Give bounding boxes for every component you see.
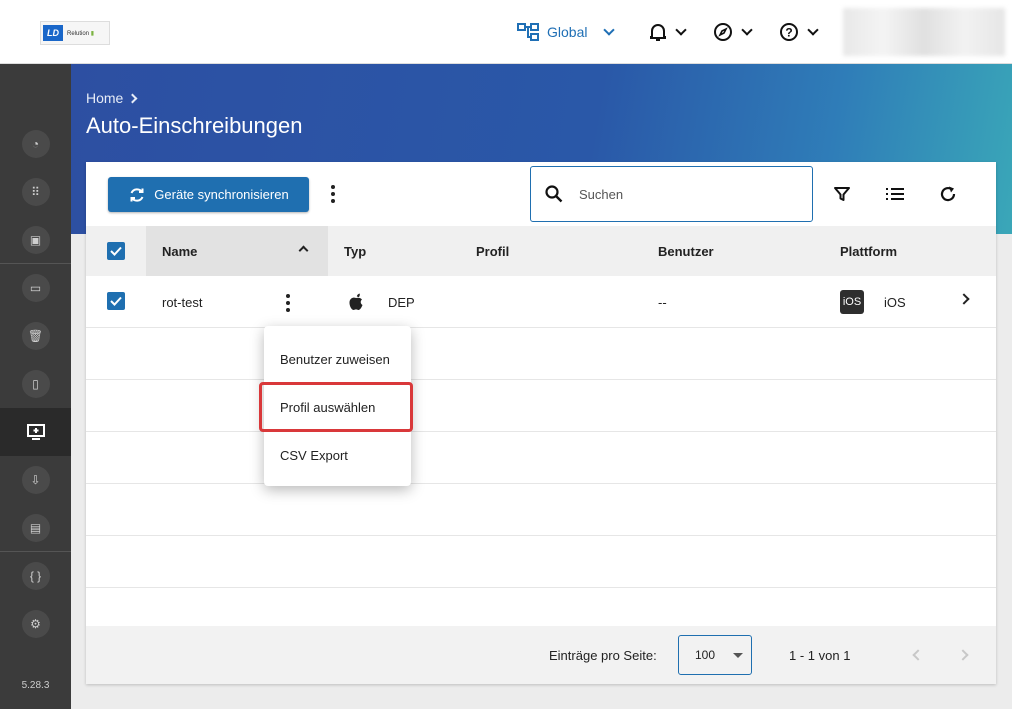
caret-down-icon — [733, 652, 744, 658]
enrollment-icon — [22, 418, 50, 446]
next-page-icon[interactable] — [956, 648, 970, 662]
sidebar-item-apps[interactable]: ⠿ — [0, 168, 71, 216]
mobile-devices-icon: ▯ — [21, 370, 50, 398]
highlight-box — [259, 382, 413, 432]
sync-icon — [130, 187, 144, 202]
bell-icon — [650, 24, 667, 41]
empty-row — [86, 380, 996, 432]
devices-icon: ▭ — [21, 274, 50, 302]
sidebar-item-code[interactable]: { } — [0, 552, 71, 600]
cell-type: DEP — [388, 294, 415, 310]
sidebar-item-assignment[interactable]: ▤ — [0, 504, 71, 552]
cell-user: -- — [658, 294, 667, 310]
per-page-select[interactable]: 100 — [678, 635, 752, 675]
row-more-icon[interactable] — [286, 294, 290, 312]
empty-row — [86, 536, 996, 588]
code-icon: { } — [21, 562, 50, 590]
menu-item-csv-export[interactable]: CSV Export — [264, 435, 411, 475]
platform-badge: iOS — [840, 276, 864, 328]
row-detail-chevron-icon[interactable] — [958, 273, 970, 325]
hierarchy-icon — [517, 23, 539, 41]
top-right-controls: Global ? — [517, 16, 820, 48]
download-device-icon: ⇩ — [21, 466, 50, 494]
table-header: Name Typ Profil Benutzer Plattform — [86, 226, 996, 276]
notifications-menu[interactable] — [649, 22, 688, 42]
sync-devices-button[interactable]: Geräte synchronisieren — [108, 177, 309, 212]
sync-button-label: Geräte synchronisieren — [154, 187, 289, 202]
user-settings-icon: ⚙ — [21, 610, 50, 638]
column-header-type[interactable]: Typ — [344, 226, 366, 276]
sidebar-item-mobile-devices[interactable]: ▯ — [0, 360, 71, 408]
sidebar-item-enrollment[interactable] — [0, 408, 71, 456]
sidebar-item-devices[interactable]: ▭ — [0, 264, 71, 312]
column-header-user[interactable]: Benutzer — [658, 226, 714, 276]
user-account-menu[interactable] — [843, 8, 1005, 56]
empty-row — [86, 432, 996, 484]
device-policy-icon: ▣ — [21, 226, 50, 254]
sidebar: ◔ ⠿ ▣ ▭ 🗑︎ ▯ ⇩ ▤ { } ⚙ — [0, 64, 71, 709]
apps-grid-icon: ⠿ — [21, 178, 50, 206]
compass-icon — [714, 23, 733, 41]
column-header-name[interactable]: Name — [162, 226, 197, 276]
logo-mark: LD — [43, 25, 63, 41]
search-input[interactable]: Suchen — [530, 166, 813, 222]
assignment-icon: ▤ — [21, 514, 50, 542]
select-all-checkbox[interactable] — [107, 242, 125, 260]
breadcrumb-home[interactable]: Home — [86, 90, 123, 106]
cell-platform: iOS — [884, 294, 906, 310]
column-header-profile[interactable]: Profil — [476, 226, 509, 276]
chevron-down-icon — [807, 24, 820, 36]
sidebar-item-trash[interactable]: 🗑︎ — [0, 312, 71, 360]
ios-badge-icon: iOS — [840, 290, 864, 314]
per-page-label: Einträge pro Seite: — [549, 648, 657, 663]
logo-text: Relution ▮ — [67, 30, 94, 37]
cell-name: rot-test — [162, 294, 203, 310]
sidebar-item-device-policy[interactable]: ▣ — [0, 216, 71, 264]
workspace-selector[interactable]: Global — [517, 23, 616, 41]
chevron-down-icon — [741, 24, 754, 36]
dashboard-icon: ◔ — [21, 130, 50, 158]
prev-page-icon[interactable] — [911, 648, 925, 662]
help-icon: ? — [780, 23, 799, 41]
workspace-label: Global — [547, 24, 588, 40]
top-bar: LD Relution ▮ Global ? — [0, 0, 1012, 64]
sidebar-item-user-settings[interactable]: ⚙ — [0, 600, 71, 648]
pagination-range: 1 - 1 von 1 — [789, 648, 851, 663]
filter-icon[interactable] — [832, 184, 852, 204]
menu-item-assign-user[interactable]: Benutzer zuweisen — [264, 339, 411, 379]
search-icon — [545, 185, 563, 203]
list-view-icon[interactable] — [885, 184, 905, 204]
version-label: 5.28.3 — [21, 680, 50, 691]
table-row[interactable]: rot-test DEP -- iOS iOS — [86, 276, 996, 328]
sidebar-item-dashboard[interactable]: ◔ — [0, 120, 71, 168]
table-footer: Einträge pro Seite: 100 1 - 1 von 1 — [86, 626, 996, 684]
chevron-right-icon — [127, 93, 138, 103]
empty-row — [86, 484, 996, 536]
row-checkbox[interactable] — [107, 292, 125, 310]
refresh-icon[interactable] — [938, 184, 958, 204]
trash-icon: 🗑︎ — [21, 322, 50, 350]
enrollment-card: Geräte synchronisieren Suchen Name Typ P… — [86, 162, 996, 684]
apple-icon — [348, 276, 364, 328]
search-placeholder: Suchen — [579, 186, 624, 202]
compass-menu[interactable] — [713, 22, 754, 42]
per-page-value: 100 — [695, 648, 716, 662]
svg-text:?: ? — [786, 26, 793, 40]
logo-text-label: Relution — [67, 30, 90, 37]
breadcrumb: Home — [86, 90, 138, 106]
chevron-down-icon — [675, 24, 688, 36]
chevron-down-icon — [603, 24, 616, 36]
toolbar-more-icon[interactable] — [331, 185, 335, 203]
help-menu[interactable]: ? — [779, 22, 820, 42]
sidebar-item-download-device[interactable]: ⇩ — [0, 456, 71, 504]
empty-row — [86, 328, 996, 380]
column-header-platform[interactable]: Plattform — [840, 226, 897, 276]
relution-logo[interactable]: LD Relution ▮ — [40, 21, 110, 45]
page-title: Auto-Einschreibungen — [86, 113, 303, 138]
sort-ascending-icon[interactable] — [298, 222, 309, 272]
